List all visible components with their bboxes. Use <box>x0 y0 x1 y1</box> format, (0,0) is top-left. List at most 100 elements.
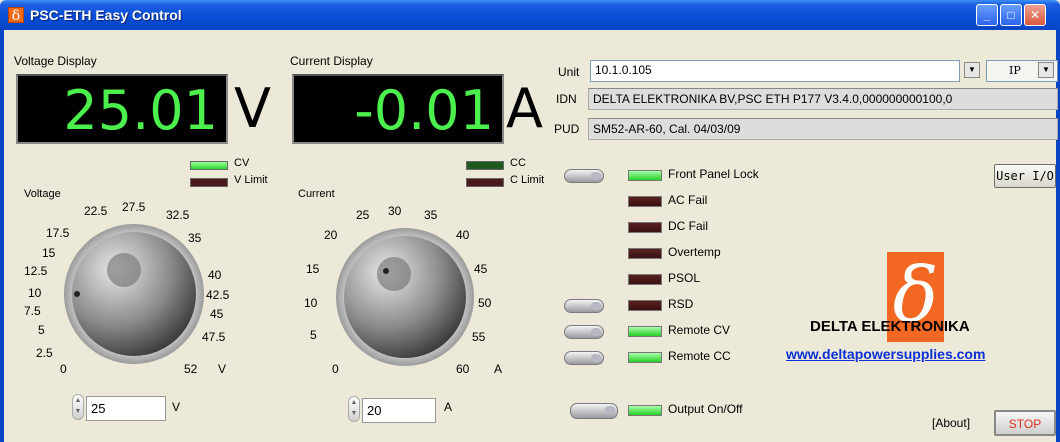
current-stepper[interactable]: ▲ ▼ <box>348 396 360 422</box>
current-knob-unit: A <box>494 362 503 376</box>
cv-label: CV <box>234 157 250 169</box>
unit-address-input[interactable]: 10.1.0.105 <box>590 60 960 82</box>
remote-cc-led <box>628 352 662 363</box>
voltage-tick: 22.5 <box>84 204 108 218</box>
window-title: PSC-ETH Easy Control <box>30 7 182 23</box>
protocol-dropdown-arrow[interactable]: ▼ <box>1038 62 1054 78</box>
voltage-stepper[interactable]: ▲ ▼ <box>72 394 84 420</box>
voltage-tick: 35 <box>188 231 202 245</box>
main-panel: Voltage Display 25.01 V Current Display … <box>0 30 1060 442</box>
remote-cv-led <box>628 326 662 337</box>
output-led <box>628 405 662 416</box>
voltage-tick: 5 <box>38 323 45 337</box>
voltage-tick: 7.5 <box>24 304 41 318</box>
cc-led <box>466 161 504 170</box>
brand-name: DELTA ELEKTRONIKA <box>810 318 970 335</box>
dc-fail-led <box>628 222 662 233</box>
pud-label: PUD <box>554 122 580 136</box>
current-tick: 45 <box>474 262 488 276</box>
overtemp-label: Overtemp <box>668 245 721 259</box>
cc-label: CC <box>510 157 526 169</box>
idn-label: IDN <box>556 92 577 106</box>
ac-fail-label: AC Fail <box>668 193 708 207</box>
voltage-tick: 27.5 <box>122 200 146 214</box>
cv-led <box>190 161 228 170</box>
current-tick: 15 <box>306 262 320 276</box>
remote-cv-toggle[interactable] <box>564 325 604 339</box>
overtemp-led <box>628 248 662 259</box>
current-tick: 60 <box>456 362 470 376</box>
stop-button[interactable]: STOP <box>994 410 1056 436</box>
current-tick: 40 <box>456 228 470 242</box>
output-toggle[interactable] <box>570 403 618 419</box>
about-link[interactable]: [About] <box>932 416 970 430</box>
voltage-readout: 25.01 <box>63 79 218 142</box>
voltage-tick: 45 <box>210 307 224 321</box>
voltage-tick: 17.5 <box>46 226 70 240</box>
front-panel-lock-label: Front Panel Lock <box>668 167 759 181</box>
pud-field: SM52-AR-60, Cal. 04/03/09 <box>588 118 1058 140</box>
maximize-button[interactable]: □ <box>1000 4 1022 26</box>
dc-fail-label: DC Fail <box>668 219 709 233</box>
app-icon: δ <box>8 7 24 24</box>
minimize-button[interactable]: _ <box>976 4 998 26</box>
user-io-button[interactable]: User I/O <box>994 164 1056 188</box>
current-setpoint-unit: A <box>444 400 453 414</box>
voltage-setpoint-unit: V <box>172 400 181 414</box>
current-tick: 10 <box>304 296 318 310</box>
voltage-knob-unit: V <box>218 362 227 376</box>
current-knob-label: Current <box>298 188 335 200</box>
voltage-knob[interactable] <box>62 222 206 366</box>
remote-cc-toggle[interactable] <box>564 351 604 365</box>
voltage-setpoint-input[interactable]: 25 <box>86 396 166 421</box>
ac-fail-led <box>628 196 662 207</box>
current-tick: 5 <box>310 328 317 342</box>
protocol-value: IP <box>1009 64 1021 77</box>
current-tick: 30 <box>388 204 402 218</box>
current-readout: -0.01 <box>354 79 494 142</box>
remote-cv-label: Remote CV <box>668 323 731 337</box>
v-limit-label: V Limit <box>234 174 268 186</box>
rsd-label: RSD <box>668 297 694 311</box>
voltage-tick: 40 <box>208 268 222 282</box>
c-limit-label: C Limit <box>510 174 545 186</box>
voltage-tick: 42.5 <box>206 288 230 302</box>
voltage-tick: 2.5 <box>36 346 53 360</box>
idn-field: DELTA ELEKTRONIKA BV,PSC ETH P177 V3.4.0… <box>588 88 1058 110</box>
current-unit: A <box>506 77 543 140</box>
psol-label: PSOL <box>668 271 701 285</box>
current-tick: 55 <box>472 330 486 344</box>
voltage-tick: 12.5 <box>24 264 48 278</box>
voltage-tick: 32.5 <box>166 208 190 222</box>
rsd-toggle[interactable] <box>564 299 604 313</box>
voltage-unit: V <box>234 77 271 140</box>
current-tick: 25 <box>356 208 370 222</box>
rsd-led <box>628 300 662 311</box>
current-display: -0.01 <box>292 74 504 144</box>
current-tick: 35 <box>424 208 438 222</box>
current-knob[interactable] <box>334 226 476 368</box>
current-display-label: Current Display <box>290 54 373 68</box>
voltage-tick: 0 <box>60 362 67 376</box>
psol-led <box>628 274 662 285</box>
current-tick: 20 <box>324 228 338 242</box>
unit-dropdown-arrow[interactable]: ▼ <box>964 62 980 78</box>
current-setpoint-input[interactable]: 20 <box>362 398 436 423</box>
voltage-tick: 52 <box>184 362 198 376</box>
current-tick: 50 <box>478 296 492 310</box>
front-panel-lock-toggle[interactable] <box>564 169 604 183</box>
remote-cc-label: Remote CC <box>668 349 731 363</box>
voltage-tick: 47.5 <box>202 330 226 344</box>
unit-label: Unit <box>558 65 580 79</box>
brand-url-link[interactable]: www.deltapowersupplies.com <box>786 346 985 362</box>
output-label: Output On/Off <box>668 402 743 416</box>
close-button[interactable]: ✕ <box>1024 4 1046 26</box>
title-bar[interactable]: δ PSC-ETH Easy Control _ □ ✕ <box>0 0 1060 30</box>
voltage-tick: 15 <box>42 246 56 260</box>
current-tick: 0 <box>332 362 339 376</box>
v-limit-led <box>190 178 228 187</box>
c-limit-led <box>466 178 504 187</box>
voltage-display: 25.01 <box>16 74 228 144</box>
front-panel-lock-led <box>628 170 662 181</box>
voltage-display-label: Voltage Display <box>14 54 97 68</box>
